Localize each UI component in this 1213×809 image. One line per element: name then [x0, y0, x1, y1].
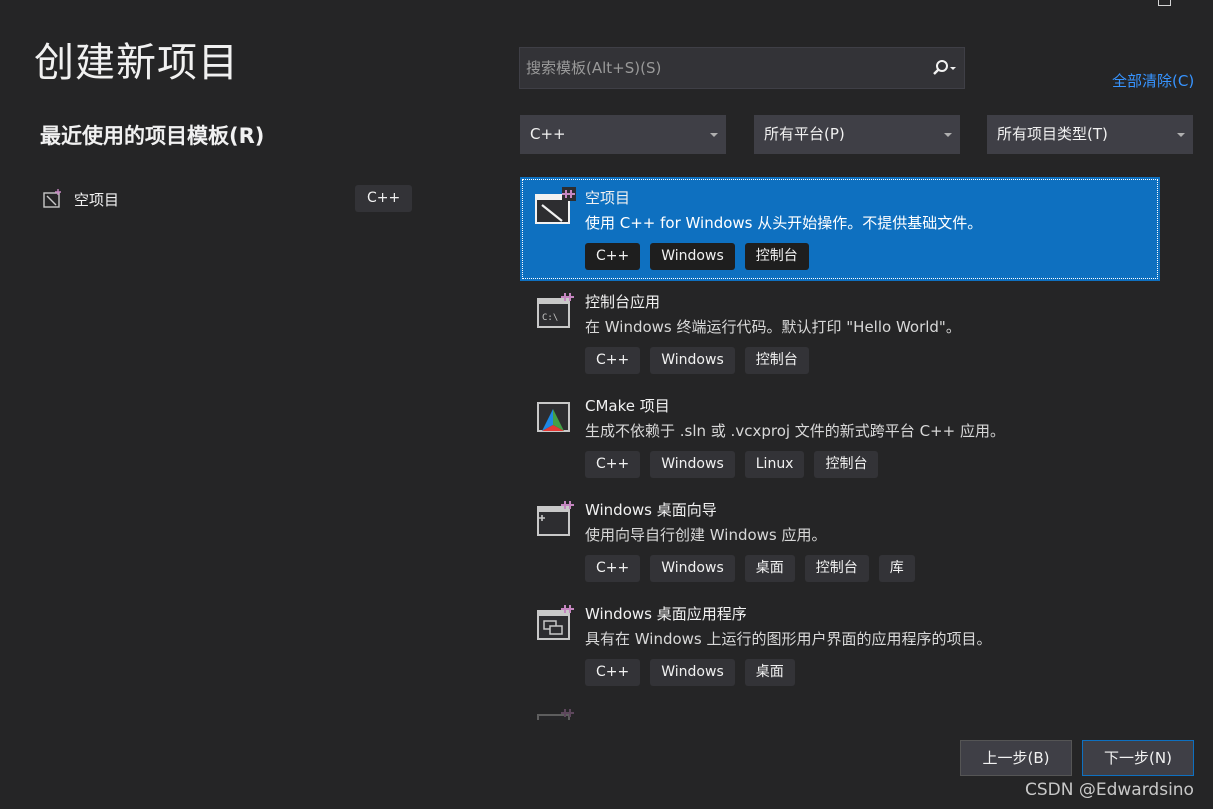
template-description: 在 Windows 终端运行代码。默认打印 "Hello World"。: [585, 318, 961, 336]
language-filter-dropdown[interactable]: C++: [520, 115, 726, 154]
back-button[interactable]: 上一步(B): [960, 740, 1072, 776]
tag-cpp: C++: [585, 659, 641, 686]
tag-desktop: 桌面: [744, 555, 795, 582]
tag-cpp: C++: [585, 347, 641, 374]
chevron-down-icon: [710, 133, 718, 137]
platform-filter-value: 所有平台(P): [764, 125, 845, 143]
tag-cpp: C++: [585, 555, 641, 582]
template-item-partial[interactable]: [520, 697, 1160, 720]
tag-desktop: 桌面: [744, 659, 795, 686]
page-title: 创建新项目: [34, 40, 239, 86]
tag-console: 控制台: [744, 243, 809, 270]
chevron-down-icon: [1177, 133, 1185, 137]
empty-project-icon: [43, 189, 61, 208]
search-icon: [933, 60, 956, 75]
recent-template-tag: C++: [355, 185, 413, 212]
search-button[interactable]: [924, 48, 964, 88]
template-item-desktop-wizard[interactable]: Windows 桌面向导 使用向导自行创建 Windows 应用。 C++ Wi…: [520, 489, 1160, 593]
tag-console: 控制台: [814, 451, 879, 478]
template-description: 具有在 Windows 上运行的图形用户界面的应用程序的项目。: [585, 630, 992, 648]
svg-text:C:\: C:\: [542, 313, 558, 323]
template-name: 空项目: [585, 189, 631, 207]
project-type-filter-dropdown[interactable]: 所有项目类型(T): [987, 115, 1193, 154]
template-list: 空项目 使用 C++ for Windows 从头开始操作。不提供基础文件。 C…: [520, 175, 1162, 720]
tag-windows: Windows: [650, 451, 735, 478]
template-tags: C++ Windows 控制台: [585, 347, 819, 374]
template-item-desktop-app[interactable]: Windows 桌面应用程序 具有在 Windows 上运行的图形用户界面的应用…: [520, 593, 1160, 697]
chevron-down-icon: [944, 133, 952, 137]
template-tags: C++ Windows 桌面: [585, 659, 805, 686]
watermark: CSDN @Edwardsino: [1025, 780, 1194, 800]
language-filter-value: C++: [530, 125, 566, 143]
tag-windows: Windows: [650, 659, 735, 686]
template-search-input[interactable]: [520, 48, 920, 88]
tag-library: 库: [878, 555, 915, 582]
tag-windows: Windows: [650, 243, 735, 270]
next-button[interactable]: 下一步(N): [1082, 740, 1194, 776]
template-tags: C++ Windows Linux 控制台: [585, 451, 888, 478]
template-description: 使用 C++ for Windows 从头开始操作。不提供基础文件。: [585, 214, 983, 232]
template-name: Windows 桌面向导: [585, 501, 717, 519]
template-tags: C++ Windows 桌面 控制台 库: [585, 555, 925, 582]
tag-cpp: C++: [585, 451, 641, 478]
cmake-icon: [537, 402, 570, 432]
template-name: 控制台应用: [585, 293, 661, 311]
create-new-project-window: 创建新项目 最近使用的项目模板(R) 空项目 C++ 全部清除(C) C++ 所…: [0, 0, 1213, 809]
template-icon: [537, 709, 574, 720]
maximize-icon[interactable]: [1158, 0, 1171, 6]
desktop-wizard-icon: [537, 501, 574, 536]
tag-linux: Linux: [744, 451, 805, 478]
recent-templates-heading: 最近使用的项目模板(R): [40, 124, 265, 148]
template-item-cmake-project[interactable]: CMake 项目 生成不依赖于 .sln 或 .vcxproj 文件的新式跨平台…: [520, 385, 1160, 489]
template-description: 生成不依赖于 .sln 或 .vcxproj 文件的新式跨平台 C++ 应用。: [585, 422, 1005, 440]
template-item-console-app[interactable]: C:\ 控制台应用 在 Windows 终端运行代码。默认打印 "Hello W…: [520, 281, 1160, 385]
tag-console: 控制台: [804, 555, 869, 582]
tag-cpp: C++: [585, 243, 641, 270]
tag-windows: Windows: [650, 347, 735, 374]
tag-console: 控制台: [744, 347, 809, 374]
recent-template-label: 空项目: [74, 190, 120, 209]
console-app-icon: C:\: [537, 293, 574, 328]
empty-project-icon: [535, 187, 576, 224]
template-name: Windows 桌面应用程序: [585, 605, 747, 623]
tag-windows: Windows: [650, 555, 735, 582]
clear-all-link[interactable]: 全部清除(C): [1112, 70, 1194, 91]
template-description: 使用向导自行创建 Windows 应用。: [585, 526, 827, 544]
template-search-box: [519, 47, 965, 89]
template-name: CMake 项目: [585, 397, 670, 415]
template-tags: C++ Windows 控制台: [585, 243, 819, 270]
project-type-filter-value: 所有项目类型(T): [997, 125, 1108, 143]
template-item-empty-project[interactable]: 空项目 使用 C++ for Windows 从头开始操作。不提供基础文件。 C…: [520, 177, 1160, 281]
recent-template-item[interactable]: 空项目 C++: [40, 184, 413, 214]
desktop-app-icon: [537, 605, 574, 640]
platform-filter-dropdown[interactable]: 所有平台(P): [754, 115, 960, 154]
